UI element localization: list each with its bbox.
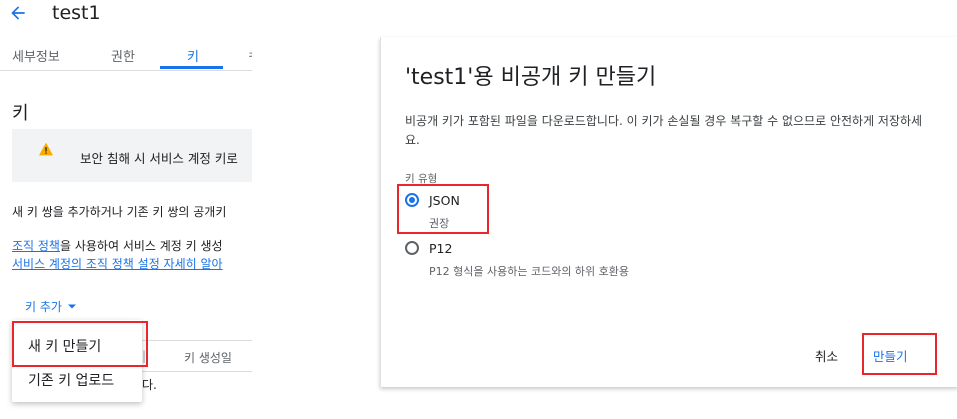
warning-icon <box>39 142 53 156</box>
dropdown-arrow-icon <box>67 304 76 308</box>
add-key-menu: 새 키 만들기 기존 키 업로드 <box>12 320 142 402</box>
learn-more-link[interactable]: 서비스 계정의 조직 정책 설정 자세히 알아 <box>12 255 223 272</box>
menu-item-create-new-key[interactable]: 새 키 만들기 <box>12 330 142 360</box>
dialog-title: 'test1'용 비공개 키 만들기 <box>405 65 657 90</box>
dialog-description: 비공개 키가 포함된 파일을 다운로드합니다. 이 키가 손실될 경우 복구할 … <box>405 114 923 147</box>
section-heading: 키 <box>12 103 29 124</box>
tab-keys[interactable]: 키 <box>187 46 199 65</box>
policy-text: 조직 정책을 사용하여 서비스 계정 키 생성 <box>12 237 223 254</box>
p12-radio[interactable] <box>405 241 419 255</box>
json-radio[interactable] <box>405 193 419 207</box>
keys-table-header: | 키 생성일 <box>140 340 252 372</box>
create-button[interactable]: 만들기 <box>873 346 908 365</box>
create-key-dialog: 'test1'용 비공개 키 만들기 비공개 키가 포함된 파일을 다운로드합니… <box>380 37 957 387</box>
menu-item-label: 새 키 만들기 <box>28 339 102 355</box>
page-title: test1 <box>52 2 101 24</box>
warning-text: 보안 침해 시 서비스 계정 키로 <box>80 151 238 166</box>
add-key-label: 키 추가 <box>25 299 62 314</box>
p12-label: P12 <box>429 241 453 256</box>
cancel-button[interactable]: 취소 <box>815 346 838 365</box>
add-key-button[interactable]: 키 추가 <box>15 292 86 320</box>
table-empty-text: 다. <box>142 378 157 392</box>
org-policy-link[interactable]: 조직 정책 <box>12 239 60 253</box>
tab-details[interactable]: 세부정보 <box>12 46 60 65</box>
menu-item-label: 기존 키 업로드 <box>28 373 115 389</box>
tab-permissions[interactable]: 권한 <box>111 46 135 65</box>
tab-more[interactable]: ㅋ <box>247 46 252 65</box>
back-arrow-icon[interactable] <box>8 3 28 23</box>
json-label: JSON <box>429 193 460 208</box>
json-recommended-label: 권장 <box>429 217 450 230</box>
menu-item-upload-existing-key[interactable]: 기존 키 업로드 <box>12 364 142 394</box>
column-created-date: 키 생성일 <box>184 351 232 365</box>
warning-banner: 보안 침해 시 서비스 계정 키로 <box>12 129 252 182</box>
policy-text-rest: 을 사용하여 서비스 계정 키 생성 <box>59 239 223 253</box>
column-divider: | <box>142 349 147 363</box>
p12-description: P12 형식을 사용하는 코드와의 하위 호환용 <box>429 265 630 278</box>
left-panel: test1 세부정보 권한 키 ㅋ 키 보안 침해 시 서비스 계정 키로 새 … <box>0 0 252 419</box>
key-type-label: 키 유형 <box>405 173 438 185</box>
info-text: 새 키 쌍을 추가하거나 기존 키 쌍의 공개키 <box>12 205 227 219</box>
active-tab-indicator <box>160 66 223 69</box>
